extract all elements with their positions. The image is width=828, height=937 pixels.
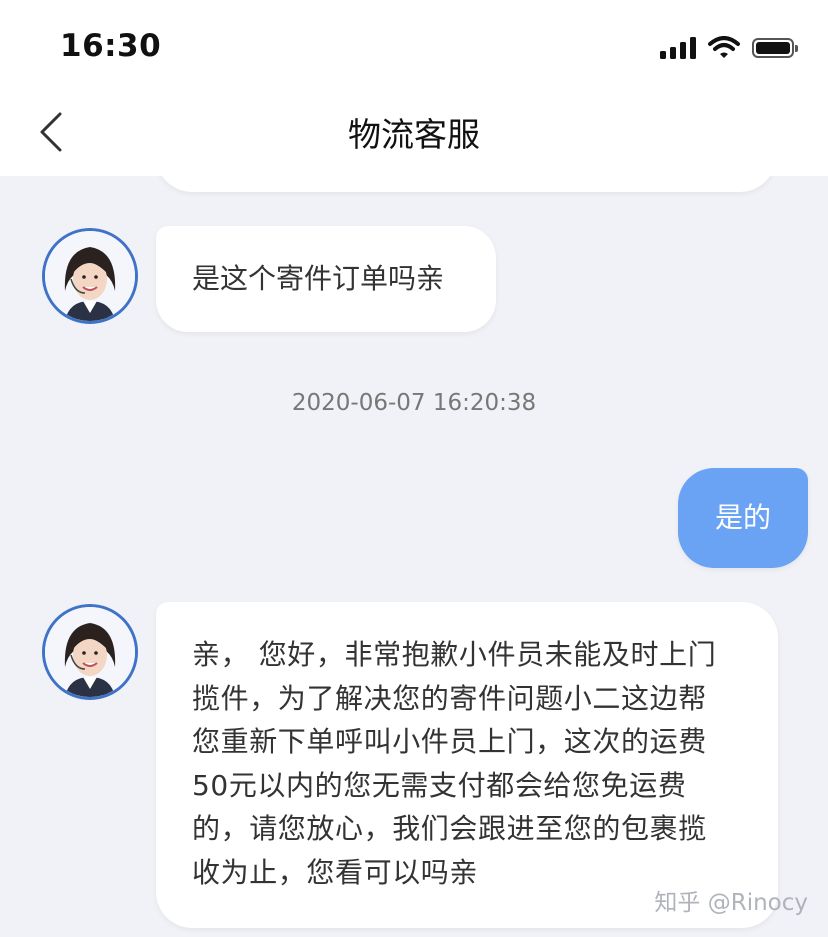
message-line: 亲， 您好，非常抱歉小件员未能及时上门 (192, 638, 717, 671)
message-timestamp: 2020-06-07 16:20:38 (291, 390, 537, 416)
watermark: 知乎 @Rinocy (654, 890, 808, 916)
battery-icon (752, 38, 798, 58)
agent-avatar-icon (45, 231, 135, 321)
received-message[interactable]: 是这个寄件订单吗亲 (156, 226, 496, 332)
wifi-icon (708, 36, 740, 58)
chat-area[interactable]: 是这个寄件订单吗亲 2020-06-07 16:20:38 是的 亲， 您好，非… (0, 176, 828, 937)
sent-message[interactable]: 是的 (678, 468, 808, 568)
message-line: 您重新下单呼叫小件员上门，这次的运费 (192, 725, 707, 758)
agent-avatar[interactable] (42, 228, 138, 324)
status-icons (660, 36, 798, 60)
status-time: 16:30 (60, 28, 162, 64)
top-bar: 16:30 物流客服 (0, 0, 828, 176)
message-bubble-partial (156, 176, 776, 192)
received-message-long[interactable]: 亲， 您好，非常抱歉小件员未能及时上门 揽件，为了解决您的寄件问题小二这边帮 您… (156, 602, 778, 928)
message-line: 50元以内的您无需支付都会给您免运费 (192, 768, 687, 802)
message-line: 揽件，为了解决您的寄件问题小二这边帮 (192, 681, 707, 715)
message-line: 的，请您放心，我们会跟进至您的包裹揽 (192, 812, 707, 845)
page-title: 物流客服 (348, 115, 480, 154)
agent-avatar[interactable] (42, 604, 138, 700)
cellular-signal-icon (660, 37, 696, 59)
agent-avatar-icon (45, 607, 135, 697)
